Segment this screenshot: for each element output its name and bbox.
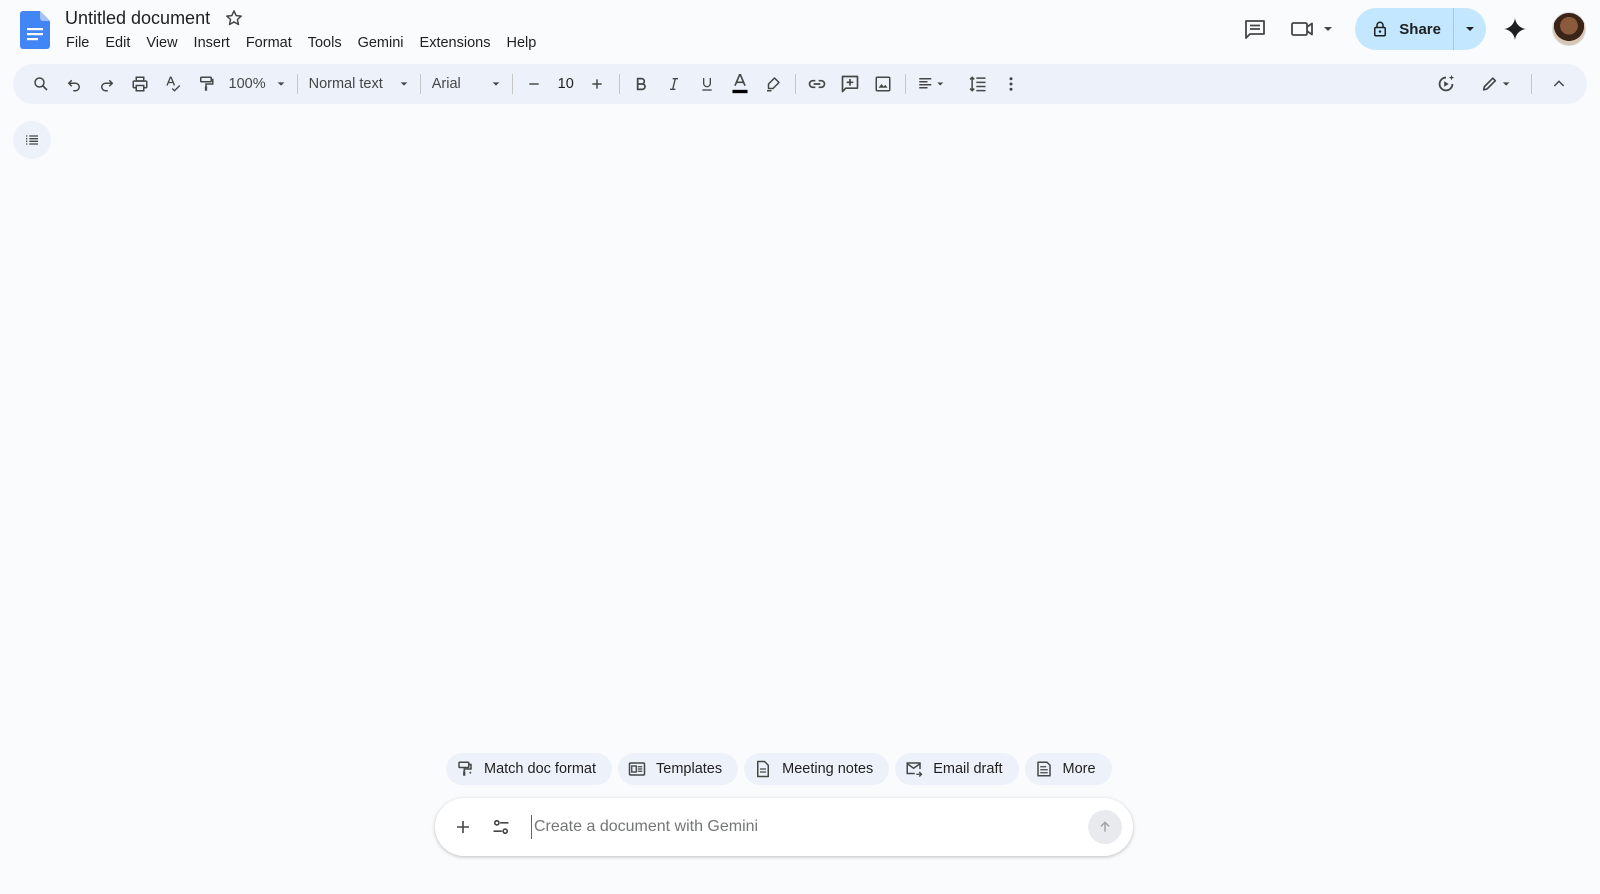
caret-down-icon	[492, 82, 500, 86]
font-select[interactable]: Arial	[426, 76, 507, 92]
formatting-toolbar: 100% Normal text Arial 10	[13, 64, 1587, 104]
tools-options-icon[interactable]	[483, 809, 519, 845]
paint-format-icon[interactable]	[192, 70, 220, 98]
style-value: Normal text	[308, 76, 383, 92]
toolbar-divider	[419, 74, 421, 94]
search-menus-icon[interactable]	[27, 70, 55, 98]
toolbar-divider	[511, 74, 513, 94]
comments-icon[interactable]	[1235, 9, 1275, 49]
menu-file[interactable]: File	[58, 35, 97, 51]
chip-label: Email draft	[933, 761, 1003, 777]
match-doc-format-chip[interactable]: Match doc format	[446, 753, 613, 785]
arrow-up-icon	[1100, 821, 1110, 832]
insert-link-icon[interactable]	[803, 70, 831, 98]
star-icon[interactable]	[224, 8, 244, 28]
email-draft-chip[interactable]: Email draft	[895, 753, 1019, 785]
align-icon[interactable]	[913, 70, 951, 98]
share-group: Share	[1355, 8, 1486, 50]
line-spacing-icon[interactable]	[964, 70, 992, 98]
print-icon[interactable]	[126, 70, 154, 98]
italic-icon[interactable]	[660, 70, 688, 98]
undo-icon[interactable]	[60, 70, 88, 98]
spellcheck-icon[interactable]	[159, 70, 187, 98]
more-chip[interactable]: More	[1024, 753, 1112, 785]
font-size-input[interactable]: 10	[551, 71, 581, 97]
menu-gemini[interactable]: Gemini	[350, 35, 412, 51]
menu-edit[interactable]: Edit	[97, 35, 138, 51]
meet-video-icon[interactable]	[1285, 9, 1343, 49]
redo-icon[interactable]	[93, 70, 121, 98]
meeting-notes-chip[interactable]: Meeting notes	[744, 753, 890, 785]
outline-list-icon	[26, 135, 38, 145]
zoom-value: 100%	[228, 76, 266, 92]
zoom-select[interactable]: 100%	[223, 76, 292, 92]
menu-format[interactable]: Format	[238, 35, 300, 51]
underline-icon[interactable]	[693, 70, 721, 98]
title-row: Untitled document	[65, 5, 244, 31]
toolbar-divider	[296, 74, 298, 94]
lock-icon	[1374, 21, 1387, 37]
gemini-refine-icon[interactable]	[1432, 70, 1460, 98]
add-icon[interactable]	[445, 809, 481, 845]
templates-icon	[628, 762, 646, 776]
caret-down-icon	[277, 82, 284, 86]
menu-insert[interactable]: Insert	[186, 35, 238, 51]
gemini-prompt-input[interactable]	[531, 815, 1088, 839]
menu-extensions[interactable]: Extensions	[412, 35, 499, 51]
gemini-sparkle-icon[interactable]	[1494, 8, 1536, 50]
chip-label: Meeting notes	[782, 761, 874, 777]
toolbar-divider	[794, 74, 796, 94]
document-title[interactable]: Untitled document	[65, 8, 214, 29]
share-button[interactable]: Share	[1355, 8, 1453, 50]
app-header: Untitled document File Edit View Insert …	[0, 0, 1600, 62]
paragraph-style-select[interactable]: Normal text	[303, 76, 415, 92]
chip-label: Templates	[656, 761, 723, 777]
caret-down-icon	[400, 82, 408, 86]
toolbar-divider	[904, 74, 906, 94]
toolbar-divider	[618, 74, 620, 94]
share-label: Share	[1399, 20, 1441, 38]
gemini-prompt-bar	[435, 798, 1133, 856]
editing-mode-icon[interactable]	[1475, 70, 1519, 98]
share-dropdown-button[interactable]	[1453, 8, 1486, 50]
decrease-font-size-icon[interactable]	[520, 70, 548, 98]
menu-tools[interactable]: Tools	[300, 35, 350, 51]
templates-chip[interactable]: Templates	[618, 753, 739, 785]
docs-logo-icon[interactable]	[20, 11, 50, 49]
caret-down-icon	[1466, 27, 1474, 31]
more-doc-icon	[1036, 761, 1051, 777]
add-comment-icon[interactable]	[836, 70, 864, 98]
chip-label: Match doc format	[484, 761, 597, 777]
menu-view[interactable]: View	[138, 35, 185, 51]
toolbar-divider	[1531, 74, 1532, 94]
bold-icon[interactable]	[627, 70, 655, 98]
document-icon	[757, 760, 770, 778]
document-outline-button[interactable]	[13, 121, 51, 159]
insert-image-icon[interactable]	[869, 70, 897, 98]
text-color-icon[interactable]	[726, 70, 754, 98]
chip-label: More	[1062, 761, 1096, 777]
gemini-suggestion-chips: Match doc format Templates Meeting notes…	[446, 753, 1112, 785]
match-format-icon	[458, 761, 472, 776]
send-button[interactable]	[1088, 810, 1122, 844]
header-actions: Share	[1235, 8, 1600, 50]
menu-bar: File Edit View Insert Format Tools Gemin…	[58, 32, 544, 54]
font-value: Arial	[431, 76, 461, 92]
menu-help[interactable]: Help	[498, 35, 544, 51]
email-icon	[906, 762, 923, 777]
collapse-menus-icon[interactable]	[1545, 70, 1573, 98]
account-avatar[interactable]	[1552, 12, 1586, 46]
highlight-color-icon[interactable]	[759, 70, 787, 98]
more-options-icon[interactable]	[997, 70, 1025, 98]
increase-font-size-icon[interactable]	[583, 70, 611, 98]
